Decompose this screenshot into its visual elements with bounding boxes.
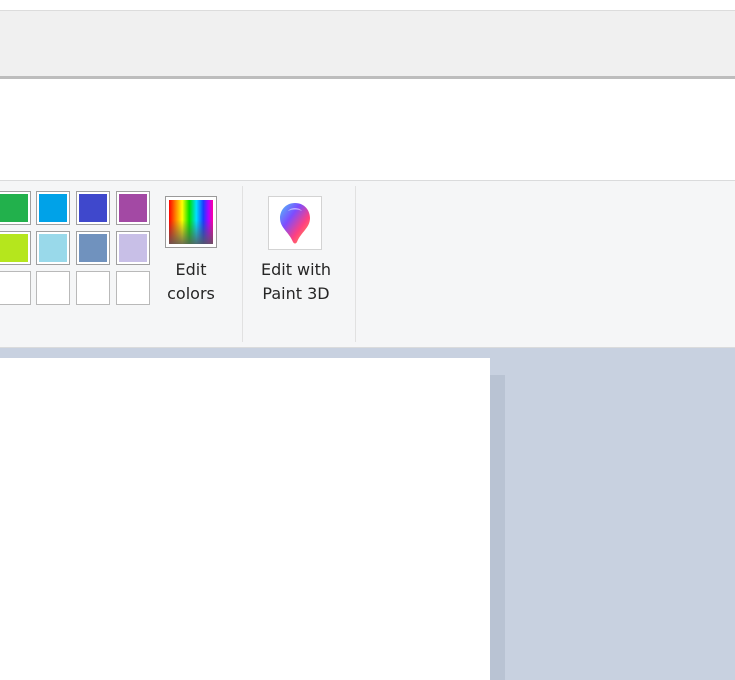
ribbon-group-separator xyxy=(242,186,243,342)
color-swatch-fill xyxy=(39,194,67,222)
spectrum-gradient xyxy=(169,200,213,244)
drawing-canvas[interactable] xyxy=(0,358,490,680)
paint3d-logo xyxy=(280,203,310,244)
color-swatch-fill xyxy=(39,234,67,262)
canvas-shadow xyxy=(490,375,505,680)
color-swatch-lavender[interactable] xyxy=(116,231,150,265)
color-swatch-light-turquoise[interactable] xyxy=(36,231,70,265)
custom-color-slot[interactable] xyxy=(36,271,70,305)
custom-color-slot[interactable] xyxy=(116,271,150,305)
color-swatch-fill xyxy=(119,234,147,262)
color-swatch-fill xyxy=(119,194,147,222)
color-swatch-fill xyxy=(0,234,28,262)
rainbow-spectrum-icon[interactable] xyxy=(165,196,217,248)
edit-colors-label-line1: Edit xyxy=(175,260,207,279)
color-swatch-lime[interactable] xyxy=(0,231,31,265)
color-swatch-fill xyxy=(79,234,107,262)
edit-colors-button[interactable]: Edit colors xyxy=(160,258,222,306)
paint3d-label-line1: Edit with xyxy=(260,260,331,279)
color-swatch-indigo[interactable] xyxy=(76,191,110,225)
ribbon-tab-area xyxy=(0,79,735,180)
custom-color-slot[interactable] xyxy=(76,271,110,305)
ribbon-panel xyxy=(0,180,735,348)
color-swatch-fill xyxy=(0,194,28,222)
title-bar xyxy=(0,10,735,76)
color-swatch-turquoise[interactable] xyxy=(36,191,70,225)
color-swatch-blue-gray[interactable] xyxy=(76,231,110,265)
color-swatch-fill xyxy=(79,194,107,222)
ribbon-group-separator xyxy=(355,186,356,342)
edit-with-paint3d-button[interactable]: Edit with Paint 3D xyxy=(250,258,342,306)
paint3d-label-line2: Paint 3D xyxy=(262,284,330,303)
edit-colors-label-line2: colors xyxy=(167,284,215,303)
custom-color-slot[interactable] xyxy=(0,271,31,305)
color-swatch-purple[interactable] xyxy=(116,191,150,225)
color-swatch-green[interactable] xyxy=(0,191,31,225)
paint3d-icon[interactable] xyxy=(268,196,322,250)
window-top-edge xyxy=(0,0,735,10)
